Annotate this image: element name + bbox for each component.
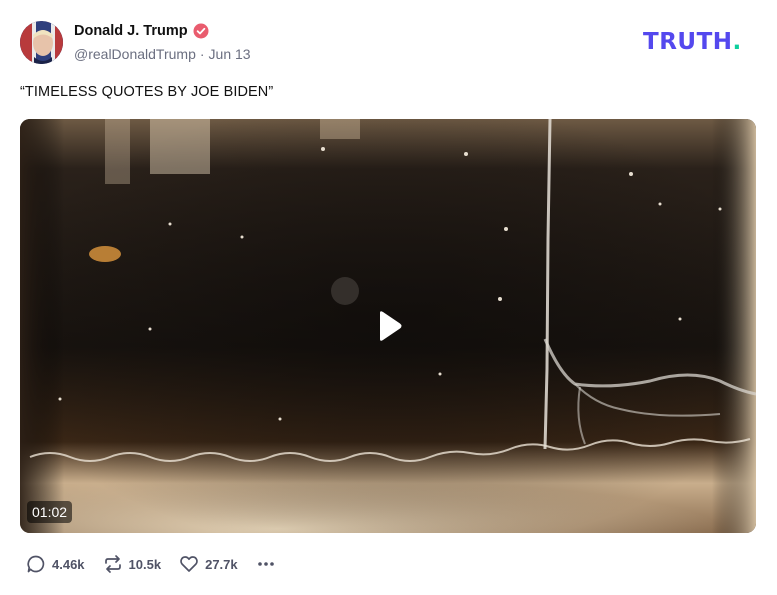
author-name-row: Donald J. Trump xyxy=(74,23,209,39)
like-button[interactable]: 27.7k xyxy=(179,554,238,574)
repost-count: 10.5k xyxy=(128,556,162,572)
post-text: “TIMELESS QUOTES BY JOE BIDEN” xyxy=(20,84,274,100)
truth-logo-dot: . xyxy=(732,29,742,55)
post-actions: 4.46k 10.5k 27.7k xyxy=(26,554,276,574)
avatar[interactable] xyxy=(20,21,63,64)
author-handle[interactable]: @realDonaldTrump xyxy=(74,46,196,62)
meta-separator: · xyxy=(199,46,205,62)
more-icon xyxy=(257,562,274,566)
truth-logo[interactable]: TRUTH. xyxy=(643,29,742,55)
play-icon xyxy=(380,311,402,341)
post-date[interactable]: Jun 13 xyxy=(209,46,251,62)
reply-icon xyxy=(27,555,45,573)
reply-button[interactable]: 4.46k xyxy=(26,554,85,574)
more-options-button[interactable] xyxy=(256,554,276,574)
like-count: 27.7k xyxy=(205,556,238,572)
heart-icon xyxy=(180,556,198,572)
truth-post: Donald J. Trump @realDonaldTrump · Jun 1… xyxy=(0,0,777,595)
play-button[interactable] xyxy=(364,302,412,350)
reply-count: 4.46k xyxy=(52,556,85,572)
author-display-name[interactable]: Donald J. Trump xyxy=(74,23,188,39)
repost-icon xyxy=(104,555,121,573)
verified-badge-icon xyxy=(193,23,209,39)
author-meta: @realDonaldTrump · Jun 13 xyxy=(74,46,251,62)
video-player[interactable]: 01:02 xyxy=(20,119,756,533)
video-duration: 01:02 xyxy=(27,501,73,523)
truth-logo-text: TRUTH xyxy=(643,29,733,55)
repost-button[interactable]: 10.5k xyxy=(103,554,162,574)
